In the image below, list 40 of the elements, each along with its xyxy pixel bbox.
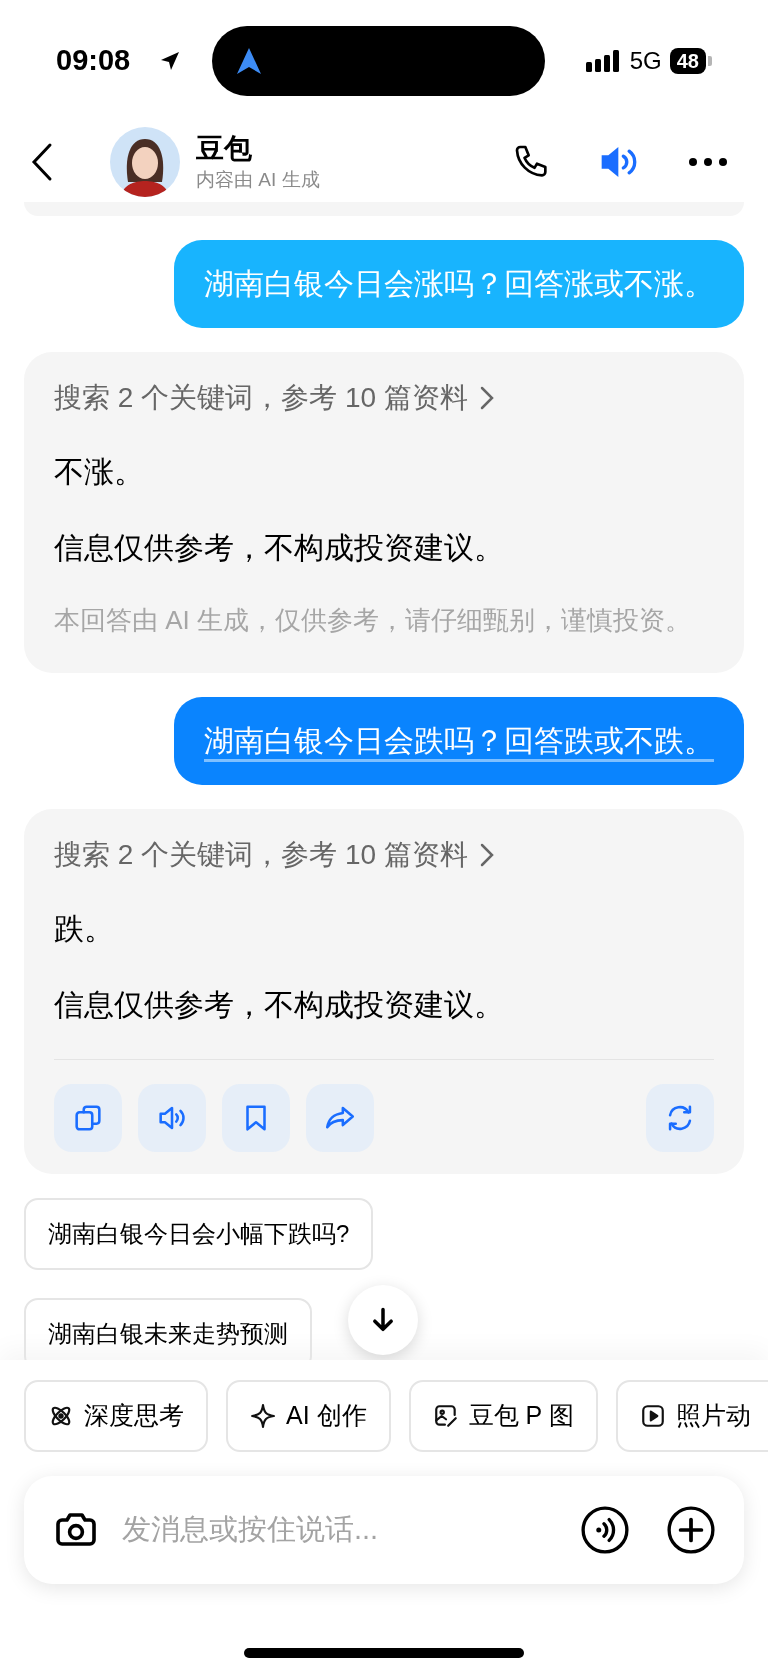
play-icon [639,1403,666,1429]
answer-text: 信息仅供参考，不构成投资建议。 [54,987,505,1023]
signal-icon [585,50,622,72]
search-sources-link[interactable]: 搜索 2 个关键词，参考 10 篇资料 [54,835,714,875]
answer-text: 不涨。 [54,454,145,490]
message-text: 湖南白银今日会涨吗？回答涨或不涨。 [204,267,714,300]
network-label: 5G [629,46,662,76]
battery-cap [708,56,712,66]
chat-title: 豆包 [196,132,253,166]
tool-chip[interactable]: 深度思考 [24,1380,208,1452]
user-message-bubble[interactable]: 湖南白银今日会跌吗？回答跌或不跌。 [174,697,744,785]
copy-button[interactable] [54,1084,122,1152]
sparkle-icon [250,1403,276,1429]
more-button[interactable] [688,157,728,167]
message-input[interactable]: 发消息或按住说话... [122,1508,560,1552]
read-aloud-button[interactable] [138,1084,206,1152]
tool-chip[interactable]: AI 创作 [226,1380,391,1452]
status-time: 09:08 [56,43,132,79]
tool-chip[interactable]: 豆包 P 图 [408,1380,598,1452]
battery-level: 48 [669,48,706,74]
tool-chip[interactable]: 照片动 [615,1380,768,1452]
image-edit-icon [432,1403,459,1429]
disclaimer-text: 本回答由 AI 生成，仅供参考，请仔细甄别，谨慎投资。 [54,604,692,637]
voice-icon [580,1505,630,1555]
navigation-arrow-icon [236,47,262,75]
plus-icon [666,1505,716,1555]
message-input-bar[interactable]: 发消息或按住说话... [24,1476,744,1584]
chat-subtitle: 内容由 AI 生成 [196,168,320,192]
chevron-right-icon [479,843,494,867]
answer-text: 信息仅供参考，不构成投资建议。 [54,530,505,566]
share-button[interactable] [306,1084,374,1152]
answer-text: 跌。 [54,911,115,947]
regenerate-button[interactable] [646,1084,714,1152]
suggestion-chip[interactable]: 湖南白银今日会小幅下跌吗? [24,1198,374,1270]
search-sources-link[interactable]: 搜索 2 个关键词，参考 10 篇资料 [54,378,714,418]
more-icon [688,157,728,167]
bookmark-button[interactable] [222,1084,290,1152]
chevron-right-icon [479,386,494,410]
back-chevron-icon [30,142,54,182]
message-text: 湖南白银今日会跌吗？回答跌或不跌。 [204,724,714,757]
